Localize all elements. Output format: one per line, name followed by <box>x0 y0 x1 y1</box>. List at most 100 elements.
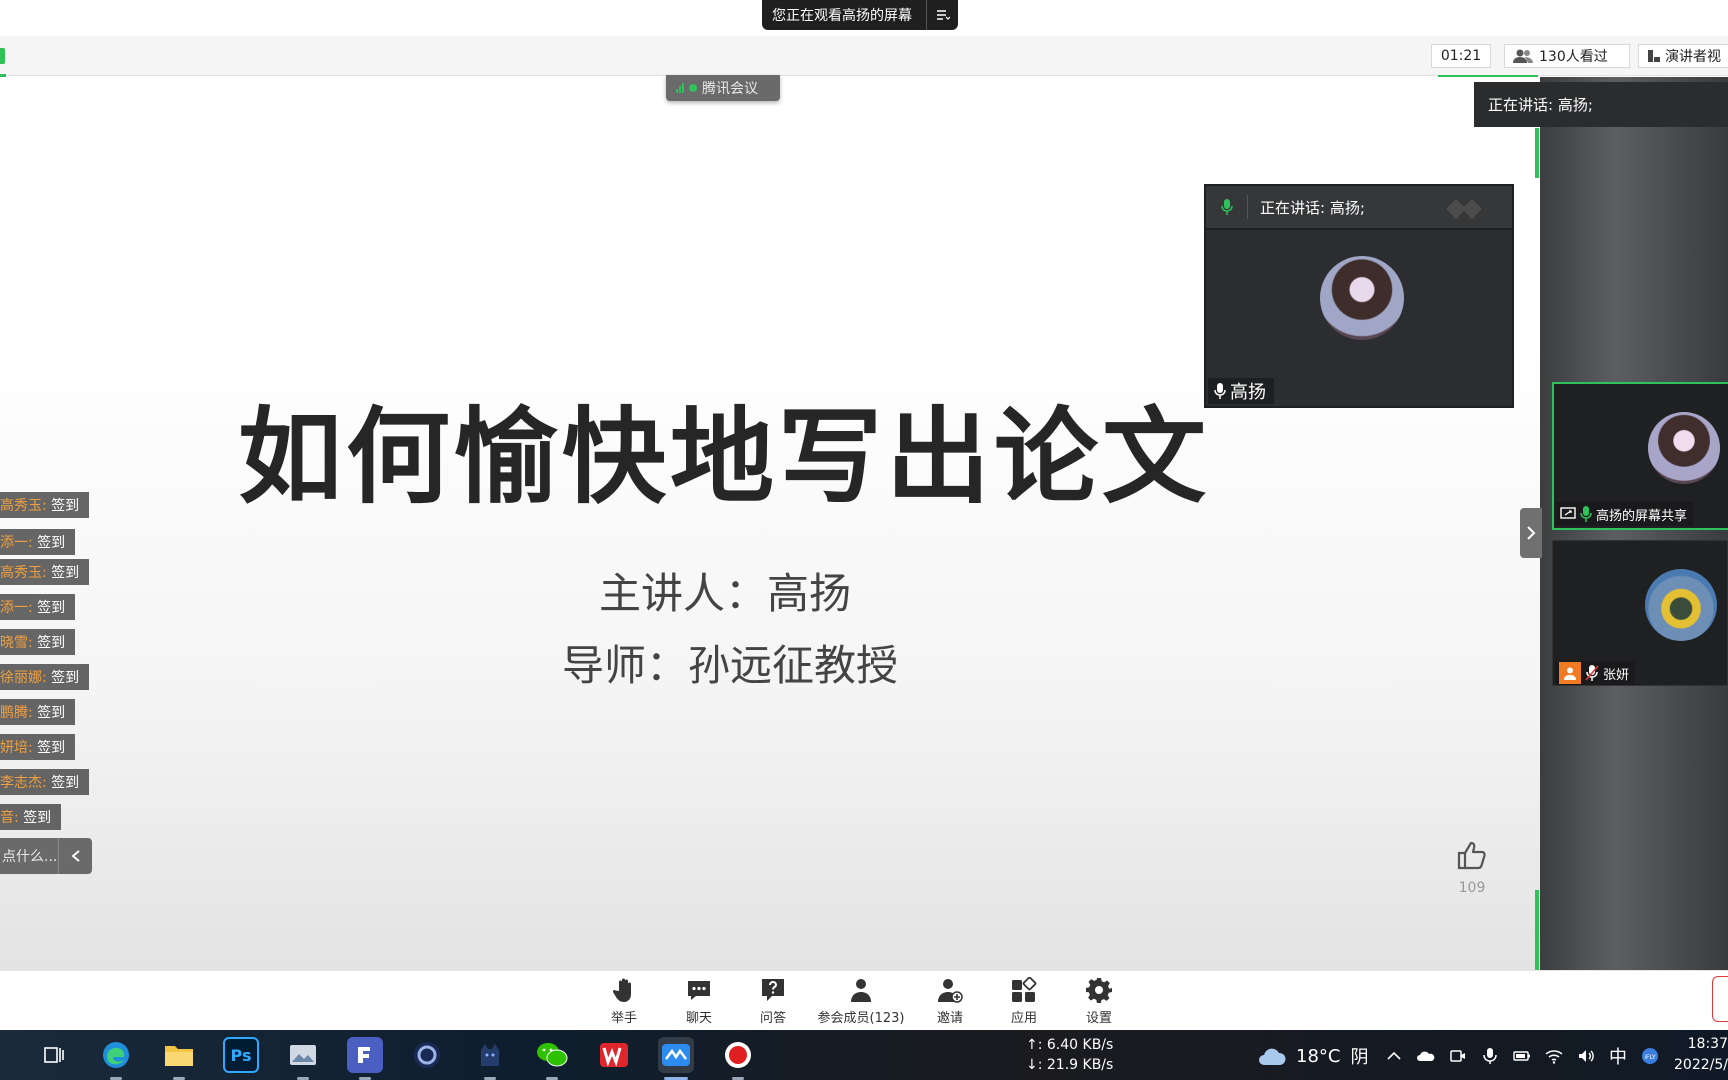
onedrive-icon[interactable] <box>1417 1047 1435 1065</box>
members-icon <box>851 978 871 1002</box>
avatar <box>1645 569 1717 641</box>
chat-icon <box>688 980 710 1000</box>
weather-widget[interactable]: 18°C 阴 <box>1258 1043 1368 1069</box>
people-icon <box>1513 49 1533 63</box>
chat-button[interactable]: 聊天 <box>679 973 719 1029</box>
ime-indicator[interactable]: 中 <box>1609 1043 1627 1069</box>
chat-message: 晓雪: 签到 <box>0 629 76 655</box>
share-menu-icon[interactable] <box>926 0 958 30</box>
share-banner-text: 您正在观看高扬的屏幕 <box>772 8 912 24</box>
wifi-icon[interactable] <box>1545 1047 1563 1065</box>
wps-icon[interactable] <box>596 1037 632 1073</box>
chat-message: 添一: 签到 <box>0 529 76 555</box>
chat-message: 妍培: 签到 <box>0 734 76 760</box>
slide-presenter: 主讲人：高扬 <box>598 569 851 618</box>
chevron-right-icon <box>1527 526 1536 540</box>
chat-input-placeholder: 点什么... <box>2 849 58 865</box>
tile-label: 高扬的屏幕共享 <box>1556 502 1694 526</box>
chevron-up-icon[interactable] <box>1385 1047 1403 1065</box>
microphone-icon[interactable] <box>1481 1047 1499 1065</box>
raise-hand-icon <box>612 978 631 1002</box>
tencent-tag-label: 腾讯会议 <box>702 81 758 97</box>
thumbs-up-icon[interactable] <box>1455 838 1489 872</box>
slide-mentor: 导师：孙远征教授 <box>561 641 898 690</box>
svg-text:iFLY: iFLY <box>1644 1054 1656 1061</box>
writing-app-icon[interactable] <box>347 1037 383 1080</box>
task-view-icon[interactable] <box>36 1037 72 1073</box>
meeting-timer: 01:21 <box>1431 44 1491 68</box>
raise-hand-button[interactable]: 举手 <box>604 973 644 1029</box>
avatar <box>1648 412 1720 484</box>
chat-message: 鹏腾: 签到 <box>0 699 76 725</box>
avatar <box>1320 256 1404 340</box>
mic-icon <box>1214 383 1226 399</box>
status-indicator <box>0 48 5 64</box>
tencent-meeting-icon[interactable] <box>658 1037 694 1080</box>
ifly-ime-icon[interactable]: iFLY <box>1641 1047 1659 1065</box>
chat-input[interactable]: 点什么... <box>0 838 92 874</box>
viewers-label: 130人看过 <box>1539 49 1608 65</box>
cloud-icon <box>1259 1048 1286 1065</box>
layout-icon <box>1648 50 1660 62</box>
chat-message: 李志杰: 签到 <box>0 769 90 795</box>
record-icon[interactable] <box>720 1037 756 1080</box>
slide-title: 如何愉快地写出论文 <box>237 396 1210 518</box>
chat-message: 高秀玉: 签到 <box>0 559 90 585</box>
meeting-toolbar: 举手 聊天 问答 参会成员(123) 邀请 应用 设置 <box>0 970 1728 1030</box>
floating-window-header: 正在讲话: 高扬; <box>1206 186 1512 230</box>
members-button[interactable]: 参会成员(123) <box>816 973 906 1029</box>
mic-icon <box>1580 506 1592 522</box>
user-icon <box>1559 662 1581 684</box>
tile-label: 张妍 <box>1555 661 1636 685</box>
battery-icon[interactable] <box>1513 1047 1531 1065</box>
camera-icon[interactable] <box>1449 1047 1467 1065</box>
floating-name-tag: 高扬 <box>1208 378 1274 404</box>
file-explorer-icon[interactable] <box>161 1037 197 1080</box>
system-tray: 中 iFLY <box>1385 1043 1659 1069</box>
tencent-meeting-tag: 腾讯会议 <box>666 75 780 101</box>
viewers-count[interactable]: 130人看过 <box>1504 44 1630 68</box>
cat-app-icon[interactable] <box>472 1037 508 1080</box>
speaker-volume-icon[interactable] <box>1577 1047 1595 1065</box>
like-count: 109 <box>1458 880 1486 896</box>
chat-message: 添一: 签到 <box>0 594 76 620</box>
floating-speaker-window[interactable]: 正在讲话: 高扬; 高扬 <box>1204 184 1514 408</box>
live-dot-icon <box>689 84 697 92</box>
image-viewer-icon[interactable] <box>285 1037 321 1080</box>
network-speed: ↑: 6.40 KB/s ↓: 21.9 KB/s <box>1026 1037 1114 1073</box>
tile-name: 高扬的屏幕共享 <box>1596 508 1688 524</box>
floating-name: 高扬 <box>1230 382 1266 403</box>
speaker-view-button[interactable]: 演讲者视 <box>1638 44 1728 68</box>
system-clock[interactable]: 18:37 2022/5/ <box>1672 1034 1728 1076</box>
windows-taskbar: Ps ↑: 6.40 KB/s ↓: 21.9 KB/s 18°C 阴 中 iF… <box>0 1030 1728 1080</box>
chat-message: 徐丽娜: 签到 <box>0 664 90 690</box>
accent-line <box>1535 128 1539 178</box>
tencent-logo-icon <box>1446 199 1482 219</box>
tile-name: 张妍 <box>1603 667 1630 683</box>
signal-icon <box>676 83 684 93</box>
side-tab-button[interactable] <box>1712 976 1728 1022</box>
speaker-view-label: 演讲者视 <box>1665 49 1721 65</box>
settings-button[interactable]: 设置 <box>1079 973 1119 1029</box>
floating-speaking-text: 正在讲话: 高扬; <box>1260 198 1365 217</box>
collapse-panel-button[interactable] <box>1520 508 1542 558</box>
chat-message: 音: 签到 <box>0 804 62 830</box>
screen-share-banner: 您正在观看高扬的屏幕 <box>762 0 958 30</box>
edge-browser-icon[interactable] <box>98 1037 134 1080</box>
meeting-status-bar: 01:21 130人看过 演讲者视 <box>0 36 1728 77</box>
apps-button[interactable]: 应用 <box>1004 973 1044 1029</box>
speaking-indicator: 正在讲话: 高扬; <box>1474 82 1728 127</box>
video-tile[interactable]: 张妍 <box>1552 540 1728 686</box>
qa-button[interactable]: 问答 <box>753 973 793 1029</box>
floating-video: 高扬 <box>1206 230 1512 406</box>
screen-share-icon <box>1560 507 1576 519</box>
mic-icon <box>1206 195 1248 219</box>
chat-message: 高秀玉: 签到 <box>0 492 90 518</box>
photoshop-icon[interactable]: Ps <box>223 1037 259 1073</box>
invite-button[interactable]: 邀请 <box>930 973 970 1029</box>
cinema4d-icon[interactable] <box>409 1037 445 1073</box>
chevron-left-icon[interactable] <box>58 838 92 874</box>
video-tile[interactable]: 高扬的屏幕共享 <box>1552 382 1728 530</box>
wechat-icon[interactable] <box>534 1037 570 1080</box>
settings-icon <box>1086 977 1112 1003</box>
